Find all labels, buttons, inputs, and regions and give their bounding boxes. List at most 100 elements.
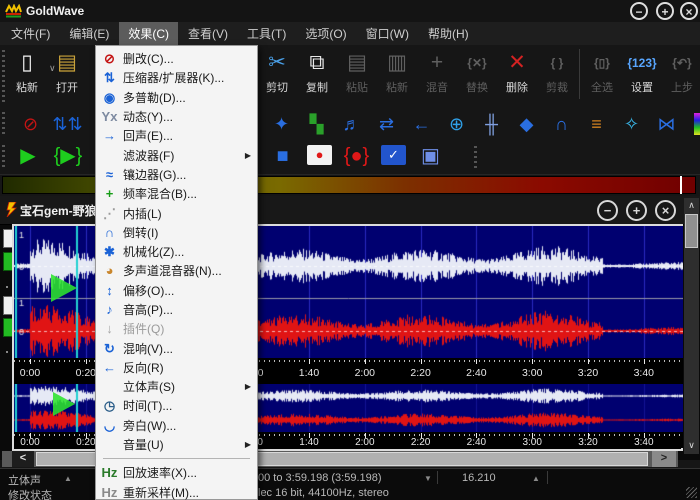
set-selection-button[interactable]: {123}设置 [622, 45, 662, 95]
menubar-item-5[interactable]: 选项(O) [296, 22, 355, 45]
scroll-down-icon[interactable]: ∨ [684, 438, 699, 453]
echo-icon[interactable]: ⇄ [369, 110, 404, 138]
menu-item-multichannel-mixer-icon: ◕ [96, 261, 123, 280]
close-button[interactable]: × [680, 2, 698, 20]
delete-button[interactable]: ✕删除 [497, 45, 537, 95]
record-button[interactable]: ● [307, 145, 332, 165]
vertical-scrollbar[interactable]: ∧ ∨ [684, 198, 699, 454]
menu-item-interpolate[interactable]: ⋰内插(L) [96, 203, 257, 222]
menu-item-dynamics[interactable]: Yx动态(Y)... [96, 107, 257, 126]
vertical-scrollbar-thumb[interactable] [685, 214, 698, 248]
menu-item-resample[interactable]: Hz重新采样(M)... [96, 483, 257, 500]
channel-mode-arrow-icon[interactable]: ▲ [64, 474, 72, 483]
timeline-label: 2:40 [467, 437, 486, 448]
selection-arrow-icon[interactable]: ▼ [424, 474, 432, 483]
new-dropdown-caret-icon[interactable]: ∨ [49, 63, 56, 74]
filter-arch-icon[interactable]: ∩ [544, 110, 579, 138]
menu-item-flanger[interactable]: ≈镶边器(G)... [96, 165, 257, 184]
menubar-item-7[interactable]: 帮助(H) [419, 22, 478, 45]
menu-item-plugin[interactable]: ↓插件(Q) [96, 319, 257, 338]
menu-item-multichannel-mixer[interactable]: ◕多声道混音器(N)... [96, 261, 257, 280]
toolbar-gripper[interactable] [474, 146, 477, 168]
window-minimize-button[interactable]: − [597, 200, 618, 221]
play-marker-main[interactable] [51, 274, 77, 302]
play-button[interactable]: ▶ [8, 141, 48, 171]
play-marker-overview[interactable] [53, 392, 75, 416]
copy-button[interactable]: ⧉复制 [297, 45, 337, 95]
timeline-major-tick [476, 359, 477, 364]
menu-item-time[interactable]: ◷时间(T)... [96, 396, 257, 415]
undo-step-button[interactable]: {↶}上步 [662, 45, 700, 95]
window-maximize-button[interactable]: + [626, 200, 647, 221]
menu-item-reverb[interactable]: ↻混响(V)... [96, 338, 257, 357]
menubar-item-3[interactable]: 查看(V) [179, 22, 237, 45]
menu-item-stereo[interactable]: 立体声(S)▶ [96, 377, 257, 396]
gutter-dot [6, 286, 8, 288]
menu-item-compressor-expander[interactable]: ⇅压缩器/扩展器(K)... [96, 68, 257, 87]
mixer-icon[interactable]: ▚ [299, 110, 334, 138]
doppler-icon[interactable]: ✦ [264, 110, 299, 138]
cut-button[interactable]: ✂剪切 [257, 45, 297, 95]
toolbar-button-label: 替换 [466, 79, 488, 95]
offset-icon[interactable]: ⊕ [439, 110, 474, 138]
menu-item-flanger-icon: ≈ [96, 165, 123, 184]
toolbar-gripper[interactable] [2, 50, 5, 103]
menu-item-pitch[interactable]: ♪音高(P)... [96, 300, 257, 319]
sound-window-title: 宝石gem-野狼d [20, 202, 104, 219]
channel-mode-selector[interactable]: 立体声 [8, 472, 41, 488]
menubar-item-0[interactable]: 文件(F) [2, 22, 59, 45]
menu-item-echo[interactable]: →回声(E)... [96, 126, 257, 145]
menubar-item-4[interactable]: 工具(T) [238, 22, 295, 45]
menubar-item-2[interactable]: 效果(C) [119, 22, 178, 45]
select-all-button[interactable]: {▯}全选 [582, 45, 622, 95]
sparkle-icon[interactable]: ✧ [614, 110, 649, 138]
toolbar-gripper[interactable] [2, 112, 5, 136]
paste-button[interactable]: ▤粘贴 [337, 45, 377, 95]
play-selection-button[interactable]: {▶} [48, 141, 88, 171]
menu-item-modify[interactable]: ⊘删改(C)... [96, 49, 257, 68]
paste-new-button[interactable]: ▥粘新 [377, 45, 417, 95]
menubar-item-6[interactable]: 窗口(W) [357, 22, 418, 45]
reverse-icon[interactable]: ← [404, 110, 439, 138]
resize-grip[interactable] [686, 487, 697, 498]
disable-gate-icon[interactable]: ⊘ [12, 110, 49, 138]
menu-item-frequency-blend[interactable]: +频率混合(B)... [96, 184, 257, 203]
modified-status: 修改状态 [8, 487, 52, 500]
menu-item-mechanize[interactable]: ✱机械化(Z)... [96, 242, 257, 261]
selection-range[interactable]: 00 to 3:59.198 (3:59.198) [258, 472, 382, 484]
position-value[interactable]: 16.210 [462, 472, 496, 484]
control-window-icon[interactable]: ▣ [412, 141, 449, 171]
menu-item-invert[interactable]: ∩倒转(I) [96, 223, 257, 242]
stop-button[interactable]: ■ [264, 141, 301, 171]
scroll-left-icon[interactable]: < [12, 451, 34, 467]
menu-item-volume[interactable]: 音量(U)▶ [96, 435, 257, 454]
noise-reduction-icon[interactable]: ⋈ [649, 110, 684, 138]
menu-separator [103, 458, 250, 459]
monitor-check-icon[interactable]: ✓ [381, 145, 406, 165]
spectrum-icon[interactable]: ◆ [509, 110, 544, 138]
menubar-item-1[interactable]: 编辑(E) [60, 22, 118, 45]
menu-item-playback-rate[interactable]: Hz回放速率(X)... [96, 463, 257, 482]
clipped-toolbar-icon[interactable] [694, 113, 700, 135]
menu-item-offset[interactable]: ↕偏移(O)... [96, 281, 257, 300]
mix-button[interactable]: +混音 [417, 45, 457, 95]
scroll-right-icon[interactable]: > [652, 451, 676, 467]
trim-button[interactable]: { }剪裁 [537, 45, 577, 95]
toolbar-gripper[interactable] [2, 145, 5, 169]
replace-button[interactable]: {✕}替换 [457, 45, 497, 95]
eq-sliders-icon[interactable]: ╫ [474, 110, 509, 138]
menu-item-filter[interactable]: 滤波器(F)▶ [96, 145, 257, 164]
compressor-icon[interactable]: ⇅⇅ [49, 110, 86, 138]
menu-item-reverse[interactable]: ←反向(R) [96, 358, 257, 377]
minimize-button[interactable]: − [630, 2, 648, 20]
new-button[interactable]: ▯粘新 [7, 45, 47, 95]
window-close-button[interactable]: × [655, 200, 676, 221]
menu-item-voice-over[interactable]: ◡旁白(W)... [96, 416, 257, 435]
pitch-icon[interactable]: ♬ [334, 110, 369, 138]
maximize-button[interactable]: + [656, 2, 674, 20]
scroll-up-icon[interactable]: ∧ [684, 198, 699, 213]
menu-item-doppler[interactable]: ◉多普勒(D)... [96, 88, 257, 107]
rainbow-eq-icon[interactable]: ≡ [579, 110, 614, 138]
position-arrow-icon[interactable]: ▲ [532, 474, 540, 483]
record-selection-button[interactable]: {●} [338, 141, 375, 171]
